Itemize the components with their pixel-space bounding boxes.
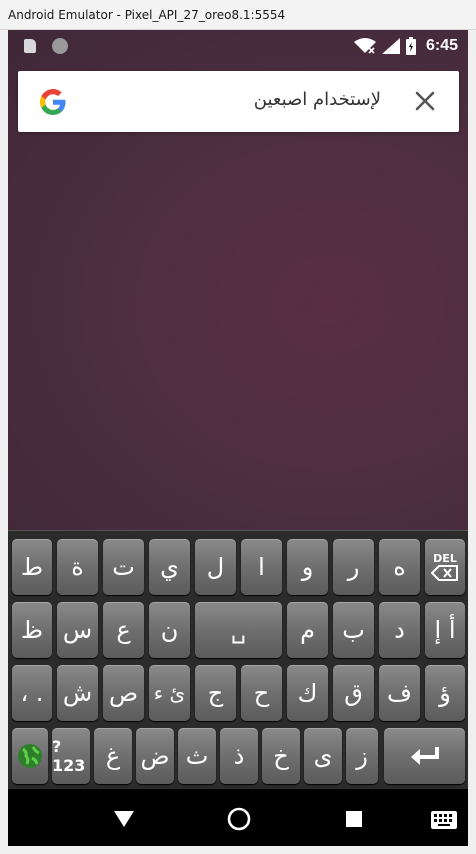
key-sheen[interactable]: ش [57,665,98,721]
globe-icon [18,744,42,768]
sd-card-icon [24,39,36,53]
key-feh[interactable]: ف [379,665,420,721]
key-kaf[interactable]: ك [287,665,328,721]
key-khah[interactable]: خ [262,728,300,784]
key-dal[interactable]: د [379,602,420,658]
key-reh[interactable]: ر [333,539,374,595]
home-circle-icon[interactable] [227,807,251,831]
key-punctuation[interactable]: ، . [12,665,52,721]
key-ta-marbuta[interactable]: ة [57,539,98,595]
key-dad[interactable]: ض [136,728,174,784]
key-zah[interactable]: ظ [12,602,52,658]
search-query-text[interactable]: لإستخدام اصبعين [254,89,381,110]
google-search-bar[interactable]: لإستخدام اصبعين [18,71,459,132]
language-key[interactable] [12,728,48,784]
battery-icon [405,37,416,55]
emulator-title-bar: Android Emulator - Pixel_API_27_oreo8.1:… [0,0,476,30]
key-zain[interactable]: ز [346,728,378,784]
enter-key[interactable] [384,728,465,784]
navigation-bar [8,789,468,846]
key-hamza[interactable]: ئ ء [149,665,190,721]
window-title: Android Emulator - Pixel_API_27_oreo8.1:… [8,8,286,22]
arabic-keyboard: ط ة ت ي ل ا و ر ه DEL ظ س ع ن ␣ م ب د أ … [8,530,468,789]
wifi-icon [353,38,376,54]
key-qaf[interactable]: ق [333,665,374,721]
key-seen[interactable]: س [57,602,98,658]
key-lam[interactable]: ل [195,539,236,595]
enter-icon [410,747,439,765]
cell-signal-icon [381,38,400,54]
key-noon[interactable]: ن [149,602,190,658]
google-g-icon [39,89,66,116]
key-ghain[interactable]: غ [94,728,132,784]
key-teh[interactable]: ت [103,539,144,595]
symbols-key[interactable]: ?123 [52,728,90,784]
backspace-icon [431,565,458,581]
device-screen: 6:45 لإستخدام اصبعين ط ة ت ي ل ا و ر ه D… [8,30,468,846]
key-ain[interactable]: ع [103,602,144,658]
delete-key[interactable]: DEL [425,539,465,595]
key-alef[interactable]: ا [241,539,282,595]
keyboard-icon[interactable] [431,811,457,829]
key-thal[interactable]: ذ [220,728,258,784]
key-heh[interactable]: ه [379,539,420,595]
key-jeem[interactable]: ج [195,665,236,721]
close-icon[interactable] [413,89,437,113]
key-alef-hamza[interactable]: أ إ [425,602,465,658]
key-hah[interactable]: ح [241,665,282,721]
notification-dot-icon [52,38,68,54]
recents-square-icon[interactable] [346,811,362,827]
clock: 6:45 [425,37,458,54]
key-ta[interactable]: ط [12,539,52,595]
key-beh[interactable]: ب [333,602,374,658]
back-triangle-icon[interactable] [114,811,134,827]
status-bar: 6:45 [8,30,468,62]
key-alef-maksura[interactable]: ى [304,728,342,784]
key-waw-hamza[interactable]: ؤ [425,665,465,721]
space-key[interactable]: ␣ [195,602,282,658]
key-meem[interactable]: م [287,602,328,658]
key-waw[interactable]: و [287,539,328,595]
key-yeh[interactable]: ي [149,539,190,595]
key-sad[interactable]: ص [103,665,144,721]
key-theh[interactable]: ث [178,728,216,784]
delete-key-label: DEL [433,552,457,565]
